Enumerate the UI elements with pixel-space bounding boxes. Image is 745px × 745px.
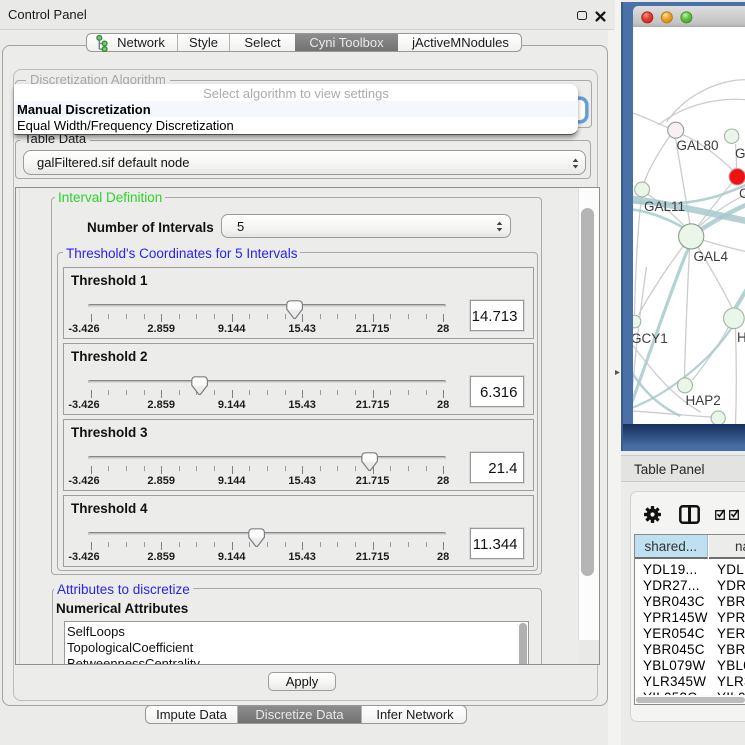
svg-text:G.: G. xyxy=(735,146,745,161)
svg-text:GAL80: GAL80 xyxy=(676,138,718,153)
svg-text:H: H xyxy=(737,330,745,345)
svg-text:C: C xyxy=(739,186,745,201)
svg-text:HAP2: HAP2 xyxy=(685,393,720,408)
svg-text:GAL4: GAL4 xyxy=(693,249,728,264)
svg-text:GAL11: GAL11 xyxy=(644,199,685,214)
svg-text:GCY1: GCY1 xyxy=(633,331,668,346)
